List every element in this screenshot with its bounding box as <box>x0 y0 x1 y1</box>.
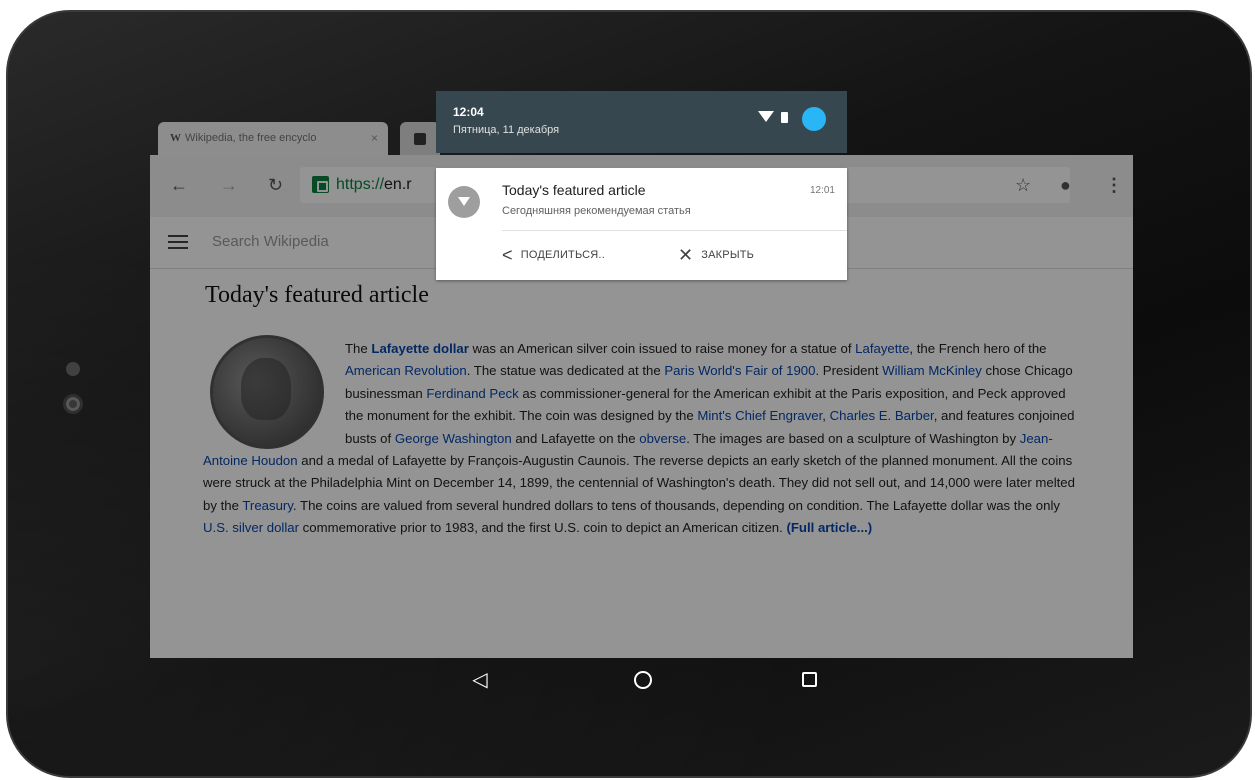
wifi-icon <box>758 111 774 122</box>
link-lafayette-dollar[interactable]: Lafayette dollar <box>371 341 468 356</box>
link-charles-barber[interactable]: Charles E. Barber <box>830 408 934 423</box>
link-obverse[interactable]: obverse <box>639 431 686 446</box>
browser-tab-strip: W Wikipedia, the free encyclo × <box>150 118 440 155</box>
article-text: , <box>822 408 830 424</box>
link-mints-chief-engraver[interactable]: Mint's Chief Engraver <box>697 408 822 423</box>
menu-icon[interactable]: ⋮ <box>1105 175 1123 196</box>
reload-icon[interactable]: ↻ <box>268 175 283 196</box>
tab-close-icon[interactable]: × <box>371 131 378 145</box>
status-date[interactable]: Пятница, 11 декабря <box>453 124 559 136</box>
share-icon: < <box>502 245 513 265</box>
article-text: . The statue was dedicated at the <box>466 363 665 379</box>
nav-home-icon[interactable] <box>628 668 658 692</box>
article-text: The <box>345 341 372 356</box>
close-label: ЗАКРЫТЬ <box>701 248 755 261</box>
browser-tab-second[interactable] <box>400 122 440 155</box>
wikipedia-search-input[interactable]: Search Wikipedia <box>212 233 329 250</box>
link-ferdinand-peck[interactable]: Ferdinand Peck <box>426 386 518 401</box>
notification-time: 12:01 <box>809 185 835 196</box>
hamburger-icon[interactable] <box>168 235 188 249</box>
wikipedia-notification-icon <box>448 186 480 218</box>
article-text: , the French hero of the <box>909 341 1047 356</box>
notification-card[interactable]: Today's featured article 12:01 Сегодняшн… <box>436 168 847 280</box>
notification-text: Сегодняшняя рекомендуемая статья <box>502 205 691 217</box>
mic-icon[interactable]: ● <box>1060 175 1071 196</box>
share-label: ПОДЕЛИТЬСЯ.. <box>520 248 605 261</box>
user-avatar[interactable] <box>802 107 826 131</box>
share-button[interactable]: < ПОДЕЛИТЬСЯ.. <box>502 246 605 264</box>
battery-icon <box>781 112 788 123</box>
article-text: . The images are based on a sculpture of… <box>686 430 1020 446</box>
notification-title: Today's featured article <box>502 182 646 198</box>
article-text: . The coins are valued from several hund… <box>292 497 1060 513</box>
article-text: was an American silver coin issued to ra… <box>468 341 856 356</box>
browser-tab-wikipedia[interactable]: W Wikipedia, the free encyclo × <box>158 122 388 155</box>
link-us-silver-dollar[interactable]: U.S. silver dollar <box>203 520 299 535</box>
link-george-washington[interactable]: George Washington <box>395 431 512 446</box>
camera-lens <box>63 394 83 414</box>
tab-favicon-icon <box>414 133 426 145</box>
close-icon: ✕ <box>678 245 694 265</box>
back-arrow-icon[interactable]: ← <box>170 175 188 196</box>
link-lafayette[interactable]: Lafayette <box>855 341 909 356</box>
link-paris-worlds-fair[interactable]: Paris World's Fair of 1900 <box>664 363 815 378</box>
article-text: commemorative prior to 1983, and the fir… <box>299 520 787 536</box>
url-domain: en.r <box>384 176 412 193</box>
notification-shade-header: 12:04 Пятница, 11 декабря <box>436 91 847 153</box>
article-text: . President <box>815 363 883 379</box>
wikipedia-favicon-icon: W <box>170 132 181 144</box>
close-button[interactable]: ✕ ЗАКРЫТЬ <box>678 246 754 264</box>
nav-recents-icon[interactable] <box>794 668 824 692</box>
article-body: The Lafayette dollar was an American sil… <box>203 338 1075 540</box>
notification-divider <box>502 230 847 231</box>
star-icon[interactable]: ☆ <box>1015 175 1031 196</box>
link-full-article[interactable]: (Full article...) <box>786 520 872 535</box>
link-william-mckinley[interactable]: William McKinley <box>882 363 982 378</box>
url-text: https://en.r <box>336 176 412 194</box>
url-scheme: https:// <box>336 176 385 193</box>
status-time: 12:04 <box>453 105 484 119</box>
article-text: and Lafayette on the <box>511 430 640 446</box>
link-treasury[interactable]: Treasury <box>242 498 293 513</box>
forward-arrow-icon[interactable]: → <box>220 175 238 196</box>
android-nav-bar: ◁ <box>150 658 1133 702</box>
lock-icon <box>312 176 329 193</box>
article-heading: Today's featured article <box>205 282 429 308</box>
sensor-dot <box>66 362 80 376</box>
tab-title: Wikipedia, the free encyclo <box>185 132 317 144</box>
link-american-revolution[interactable]: American Revolution <box>345 363 467 378</box>
nav-back-icon[interactable]: ◁ <box>465 668 495 692</box>
